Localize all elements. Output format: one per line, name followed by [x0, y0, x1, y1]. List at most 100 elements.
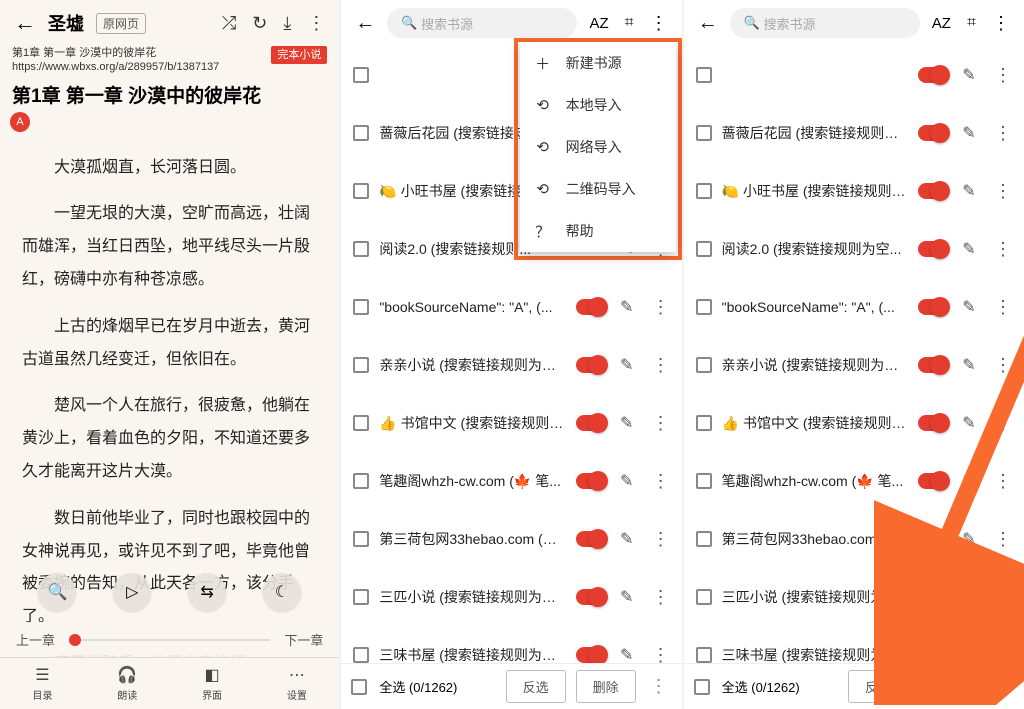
enable-toggle[interactable]: [576, 299, 606, 315]
row-more-icon[interactable]: ⋮: [990, 181, 1016, 202]
row-more-icon[interactable]: ⋮: [990, 239, 1016, 260]
enable-toggle[interactable]: [576, 589, 606, 605]
prev-chapter[interactable]: 上一章: [16, 630, 55, 649]
search-input[interactable]: 🔍 搜索书源: [730, 8, 920, 38]
source-row[interactable]: "bookSourceName": "A", (...✎⋮: [341, 278, 681, 336]
search-input[interactable]: 🔍 搜索书源: [387, 8, 577, 38]
edit-icon[interactable]: ✎: [958, 239, 980, 259]
row-checkbox[interactable]: [353, 647, 369, 663]
row-checkbox[interactable]: [353, 183, 369, 199]
source-row[interactable]: 三味书屋 (搜索链接规则为空...✎⋮: [341, 626, 681, 663]
row-more-icon[interactable]: ⋮: [990, 413, 1016, 434]
delete-button[interactable]: 删除: [918, 670, 978, 703]
source-row[interactable]: 笔趣阁whzh-cw.com (🍁 笔...✎⋮: [341, 452, 681, 510]
row-checkbox[interactable]: [696, 531, 712, 547]
enable-toggle[interactable]: [918, 647, 948, 663]
row-checkbox[interactable]: [353, 241, 369, 257]
source-row[interactable]: 第三荷包网33hebao.com (搜...✎⋮: [684, 510, 1024, 568]
qr-icon[interactable]: ⌗: [963, 14, 980, 32]
source-list[interactable]: ✎⋮蔷薇后花园 (搜索链接规则为...✎⋮🍋 小旺书屋 (搜索链接规则为...✎…: [684, 46, 1024, 663]
source-row[interactable]: ✎⋮: [684, 46, 1024, 104]
row-checkbox[interactable]: [696, 589, 712, 605]
row-checkbox[interactable]: [696, 357, 712, 373]
row-more-icon[interactable]: ⋮: [648, 645, 674, 664]
edit-icon[interactable]: ✎: [958, 65, 980, 85]
row-checkbox[interactable]: [353, 67, 369, 83]
row-more-icon[interactable]: ⋮: [648, 413, 674, 434]
nav-ui[interactable]: ◧界面: [170, 658, 255, 709]
invert-button[interactable]: 反选: [848, 670, 908, 703]
edit-icon[interactable]: ✎: [616, 413, 638, 433]
enable-toggle[interactable]: [576, 647, 606, 663]
enable-toggle[interactable]: [918, 589, 948, 605]
enable-toggle[interactable]: [918, 67, 948, 83]
edit-icon[interactable]: ✎: [616, 529, 638, 549]
row-more-icon[interactable]: ⋮: [648, 297, 674, 318]
back-icon[interactable]: ←: [10, 10, 40, 36]
row-more-icon[interactable]: ⋮: [648, 529, 674, 550]
source-row[interactable]: 第三荷包网33hebao.com (搜...✎⋮: [341, 510, 681, 568]
enable-toggle[interactable]: [918, 357, 948, 373]
enable-toggle[interactable]: [918, 531, 948, 547]
edit-icon[interactable]: ✎: [616, 471, 638, 491]
menu-new-source[interactable]: ＋新建书源: [520, 42, 676, 84]
row-checkbox[interactable]: [696, 415, 712, 431]
original-web-button[interactable]: 原网页: [96, 13, 146, 34]
sort-az-button[interactable]: AZ: [926, 15, 957, 32]
row-more-icon[interactable]: ⋮: [990, 471, 1016, 492]
download-icon[interactable]: ⤓: [279, 13, 295, 34]
enable-toggle[interactable]: [918, 473, 948, 489]
source-row[interactable]: 👍 书馆中文 (搜索链接规则为...✎⋮: [684, 394, 1024, 452]
edit-icon[interactable]: ✎: [958, 645, 980, 663]
select-all-checkbox[interactable]: [694, 679, 710, 695]
row-more-icon[interactable]: ⋮: [990, 355, 1016, 376]
row-more-icon[interactable]: ⋮: [990, 297, 1016, 318]
source-row[interactable]: 👍 书馆中文 (搜索链接规则为...✎⋮: [341, 394, 681, 452]
row-checkbox[interactable]: [353, 589, 369, 605]
source-row[interactable]: 蔷薇后花园 (搜索链接规则为...✎⋮: [684, 104, 1024, 162]
row-more-icon[interactable]: ⋮: [990, 645, 1016, 664]
source-row[interactable]: 阅读2.0 (搜索链接规则为空...✎⋮: [684, 220, 1024, 278]
enable-toggle[interactable]: [576, 473, 606, 489]
edit-icon[interactable]: ✎: [958, 181, 980, 201]
overflow-icon[interactable]: ⋮: [644, 13, 674, 34]
source-row[interactable]: 亲亲小说 (搜索链接规则为空...✎⋮: [341, 336, 681, 394]
source-row[interactable]: 三匹小说 (搜索链接规则为空...✎⋮: [341, 568, 681, 626]
back-icon[interactable]: ←: [692, 12, 724, 35]
source-row[interactable]: 笔趣阁whzh-cw.com (🍁 笔...✎⋮: [684, 452, 1024, 510]
play-button[interactable]: ▷: [113, 573, 151, 611]
source-row[interactable]: 三味书屋 (搜索链接规则为空...✎⋮: [684, 626, 1024, 663]
nav-settings[interactable]: ⋯设置: [254, 658, 339, 709]
row-checkbox[interactable]: [696, 473, 712, 489]
row-more-icon[interactable]: ⋮: [648, 587, 674, 608]
row-checkbox[interactable]: [696, 125, 712, 141]
qr-icon[interactable]: ⌗: [621, 14, 638, 32]
nav-toc[interactable]: ☰目录: [0, 658, 85, 709]
row-more-icon[interactable]: ⋮: [990, 529, 1016, 550]
row-more-icon[interactable]: ⋮: [990, 123, 1016, 144]
source-row[interactable]: 🍋 小旺书屋 (搜索链接规则为...✎⋮: [684, 162, 1024, 220]
edit-icon[interactable]: ✎: [958, 413, 980, 433]
edit-icon[interactable]: ✎: [958, 471, 980, 491]
shuffle-icon[interactable]: ⤮: [218, 13, 240, 34]
edit-icon[interactable]: ✎: [958, 297, 980, 317]
sort-az-button[interactable]: AZ: [583, 15, 614, 32]
enable-toggle[interactable]: [576, 531, 606, 547]
source-row[interactable]: 三匹小说 (搜索链接规则为空...✎⋮: [684, 568, 1024, 626]
row-checkbox[interactable]: [353, 531, 369, 547]
row-checkbox[interactable]: [353, 357, 369, 373]
edit-icon[interactable]: ✎: [958, 587, 980, 607]
row-checkbox[interactable]: [696, 67, 712, 83]
moon-button[interactable]: ☾: [263, 573, 301, 611]
source-row[interactable]: 亲亲小说 (搜索链接规则为空...✎⋮: [684, 336, 1024, 394]
enable-toggle[interactable]: [918, 125, 948, 141]
row-checkbox[interactable]: [353, 125, 369, 141]
row-checkbox[interactable]: [696, 647, 712, 663]
enable-toggle[interactable]: [918, 183, 948, 199]
edit-icon[interactable]: ✎: [958, 355, 980, 375]
menu-local-import[interactable]: ⟲本地导入: [520, 84, 676, 126]
loop-button[interactable]: ⇆: [188, 573, 226, 611]
row-checkbox[interactable]: [353, 299, 369, 315]
row-more-icon[interactable]: ⋮: [990, 65, 1016, 86]
menu-help[interactable]: ？帮助: [520, 210, 676, 252]
